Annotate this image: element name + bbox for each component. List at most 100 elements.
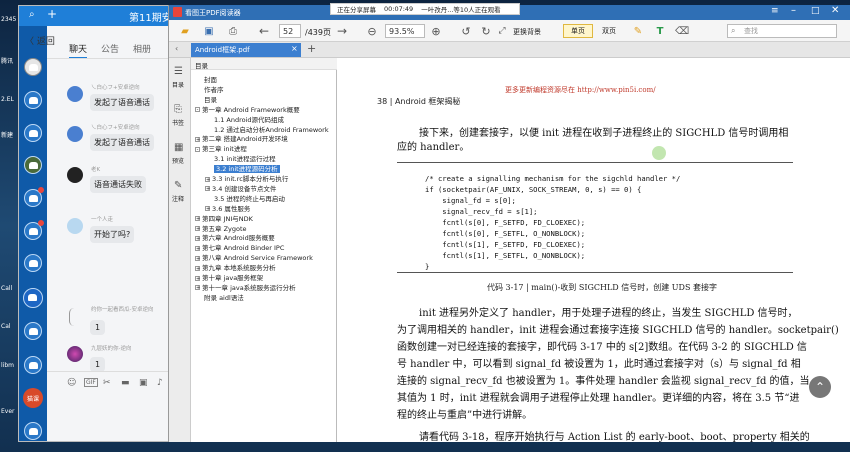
- message-bubble[interactable]: 1: [90, 320, 106, 335]
- maximize-icon[interactable]: □: [811, 6, 820, 16]
- message-bubble[interactable]: 开始了吗?: [90, 226, 135, 243]
- zoom-select[interactable]: 93.5%: [385, 24, 425, 38]
- desktop-icon-label[interactable]: libm: [1, 362, 19, 369]
- group-avatar[interactable]: [24, 124, 42, 142]
- toc-item[interactable]: 3.1 init进程运行过程: [205, 153, 276, 163]
- group-avatar[interactable]: [24, 422, 42, 440]
- desktop-icon-label[interactable]: Cal: [1, 323, 19, 330]
- zoom-out-icon[interactable]: ⊖: [365, 24, 379, 38]
- new-tab-icon[interactable]: +: [307, 42, 316, 55]
- scroll-to-top-button[interactable]: ⌃: [809, 376, 831, 398]
- desktop-icon-label[interactable]: Call: [1, 285, 19, 292]
- side-label[interactable]: 注释: [172, 194, 184, 203]
- preview-icon[interactable]: ▦: [174, 142, 183, 153]
- toc-item[interactable]: 3.5 进程的终止与再启动: [205, 193, 285, 203]
- toc-item[interactable]: +3.3 init.rc脚本分析与执行: [205, 173, 288, 183]
- gif-icon[interactable]: GIF: [84, 378, 98, 387]
- tab-document[interactable]: Android框架.pdf: [191, 43, 301, 57]
- collapse-icon[interactable]: -: [195, 146, 200, 152]
- group-avatar[interactable]: [24, 254, 42, 272]
- double-page-button[interactable]: 双页: [595, 24, 623, 38]
- zoom-in-icon[interactable]: ⊕: [429, 24, 443, 38]
- side-label[interactable]: 预览: [172, 156, 184, 165]
- toc-item[interactable]: + 第七章 Android Binder IPC: [195, 242, 284, 252]
- tab-album[interactable]: 相册: [133, 42, 151, 55]
- next-page-icon[interactable]: →: [335, 24, 349, 38]
- toc-item[interactable]: +3.4 创建设备节点文件: [205, 183, 276, 193]
- toc-item[interactable]: 3.2 init进程源码分析: [205, 163, 280, 174]
- toc-item[interactable]: + 第六章 Android服务概要: [195, 232, 275, 242]
- highlight-icon[interactable]: ✎: [631, 24, 645, 38]
- toc-item[interactable]: +3.6 属性服务: [205, 203, 250, 213]
- group-avatar[interactable]: [24, 58, 42, 76]
- expand-icon[interactable]: +: [195, 265, 200, 271]
- expand-icon[interactable]: +: [195, 275, 200, 281]
- message-bubble[interactable]: 发起了语音通话: [90, 134, 154, 151]
- bookmark-icon[interactable]: ⎘: [174, 104, 182, 115]
- expand-icon[interactable]: +: [205, 206, 210, 212]
- toc-item[interactable]: + 第五章 Zygote: [195, 223, 247, 233]
- desktop-icon-label[interactable]: 2345: [1, 16, 19, 23]
- expand-icon[interactable]: +: [195, 255, 200, 261]
- image-icon[interactable]: ▣: [139, 378, 148, 388]
- toc-item[interactable]: + 第十章 java服务框架: [195, 272, 263, 282]
- toc-icon[interactable]: ☰: [174, 66, 183, 77]
- side-label[interactable]: 目录: [172, 80, 184, 89]
- rotate-left-icon[interactable]: ↺: [459, 24, 473, 38]
- page-number-input[interactable]: 52: [279, 24, 301, 38]
- toc-item[interactable]: - 第一章 Android Framework概要: [195, 104, 300, 114]
- expand-icon[interactable]: +: [195, 216, 200, 222]
- toc-item[interactable]: 附录 aidl语法: [195, 292, 244, 302]
- toc-item[interactable]: 1.2 通过启动分析Android Framework: [205, 124, 329, 134]
- collapse-icon[interactable]: -: [195, 107, 200, 113]
- add-icon[interactable]: +: [47, 7, 57, 21]
- eraser-icon[interactable]: ⌫: [675, 24, 689, 38]
- message-bubble[interactable]: 语音通话失败: [90, 176, 146, 193]
- back-button[interactable]: 〈 返回: [25, 34, 55, 47]
- toc-item[interactable]: + 第二章 搭建Android开发环境: [195, 133, 288, 143]
- background-dropdown[interactable]: 更换背景: [513, 27, 541, 37]
- save-icon[interactable]: ▣: [201, 24, 217, 38]
- tab-announcement[interactable]: 公告: [101, 42, 119, 55]
- expand-icon[interactable]: +: [195, 285, 200, 291]
- toc-item[interactable]: - 第三章 init进程: [195, 143, 247, 153]
- message-bubble[interactable]: 1: [90, 357, 106, 372]
- toc-item[interactable]: 目录: [195, 94, 217, 104]
- group-avatar[interactable]: 猫课: [23, 388, 43, 408]
- rotate-right-icon[interactable]: ↻: [479, 24, 493, 38]
- group-avatar[interactable]: [24, 356, 42, 374]
- text-tool-icon[interactable]: T: [653, 24, 667, 38]
- print-icon[interactable]: ⎙: [225, 24, 241, 38]
- search-input[interactable]: 查找: [727, 24, 837, 38]
- expand-icon[interactable]: +: [195, 136, 200, 142]
- expand-icon[interactable]: +: [195, 245, 200, 251]
- annotation-icon[interactable]: ✎: [174, 180, 182, 191]
- toc-item[interactable]: 作者序: [195, 84, 224, 94]
- group-avatar[interactable]: [24, 322, 42, 340]
- toc-item[interactable]: + 第九章 本地系统服务分析: [195, 262, 276, 272]
- desktop-icon-label[interactable]: 新建: [1, 130, 19, 139]
- tab-chat[interactable]: 聊天: [69, 42, 88, 59]
- share-viewers[interactable]: 一叶孜丹...等10人正在观看: [421, 4, 500, 14]
- single-page-button[interactable]: 单页: [563, 24, 593, 38]
- expand-icon[interactable]: +: [205, 176, 210, 182]
- group-avatar[interactable]: [24, 156, 42, 174]
- expand-icon[interactable]: +: [195, 235, 200, 241]
- fit-icon[interactable]: ⤢: [495, 24, 509, 38]
- open-folder-icon[interactable]: ▰: [177, 24, 193, 38]
- folder-icon[interactable]: ▬: [121, 378, 130, 388]
- scissors-icon[interactable]: ✂: [103, 378, 111, 388]
- expand-icon[interactable]: +: [205, 186, 210, 192]
- desktop-icon-label[interactable]: Ever: [1, 408, 19, 415]
- desktop-icon-label[interactable]: 2.EL: [1, 96, 19, 103]
- voice-icon[interactable]: ♪: [157, 378, 163, 388]
- desktop-icon-label[interactable]: 腾讯: [1, 56, 19, 65]
- avatar[interactable]: [67, 86, 83, 102]
- toc-item[interactable]: + 第十一章 java系统服务运行分析: [195, 282, 296, 292]
- prev-page-icon[interactable]: ←: [257, 24, 271, 38]
- message-bubble[interactable]: 发起了语音通话: [90, 94, 154, 111]
- avatar[interactable]: [67, 126, 83, 142]
- group-avatar[interactable]: [24, 91, 42, 109]
- avatar[interactable]: [69, 308, 79, 326]
- toc-item[interactable]: 封面: [195, 74, 217, 84]
